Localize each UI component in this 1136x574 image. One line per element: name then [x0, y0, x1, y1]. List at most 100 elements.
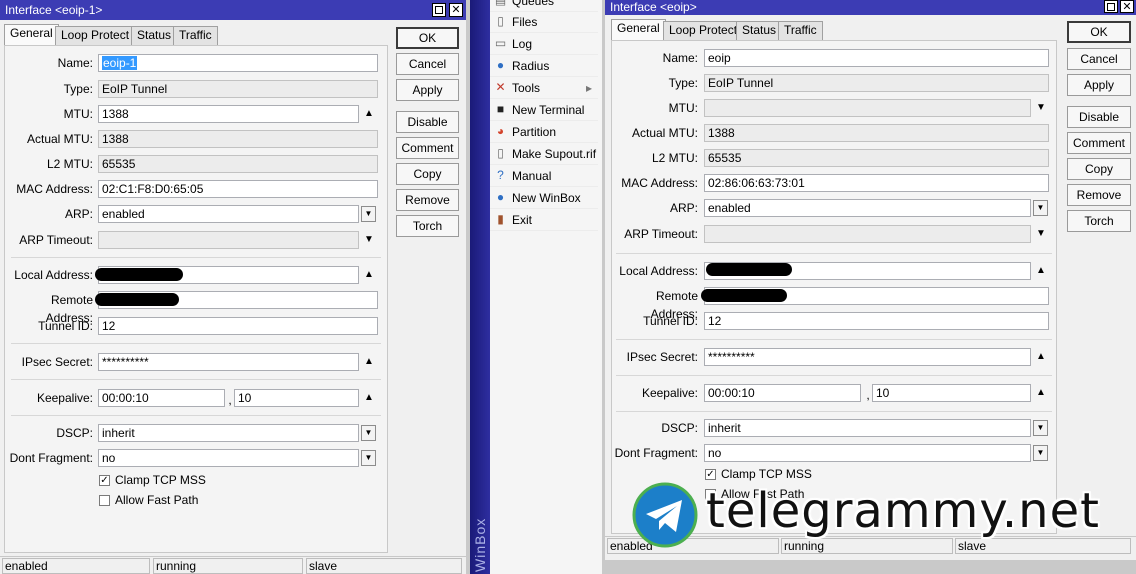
dont-fragment-select[interactable]: no — [704, 444, 1031, 462]
separator — [11, 379, 381, 380]
tunnel-id-label: Tunnel ID: — [38, 319, 93, 333]
menu-item-files[interactable]: ▯ Files — [490, 11, 598, 33]
dscp-dropdown-icon[interactable]: ▼ — [1033, 420, 1048, 436]
keepalive-retries-input[interactable]: 10 — [872, 384, 1031, 402]
arp-select[interactable]: enabled — [704, 199, 1031, 217]
tunnel-id-input[interactable]: 12 — [704, 312, 1049, 330]
menu-item-label: Make Supout.rif — [512, 147, 597, 161]
remove-button[interactable]: Remove — [1067, 184, 1131, 206]
ipsec-collapse-icon[interactable]: ▲ — [362, 353, 376, 371]
apply-button[interactable]: Apply — [1067, 74, 1131, 96]
keepalive-interval-input[interactable]: 00:00:10 — [98, 389, 225, 407]
name-input[interactable]: eoip-1 — [98, 54, 378, 72]
maximize-icon[interactable] — [1104, 0, 1118, 13]
arp-timeout-expand-icon[interactable]: ▼ — [362, 231, 376, 249]
log-icon: ▭ — [494, 36, 507, 50]
tab-status[interactable]: Status — [736, 21, 783, 40]
apply-button[interactable]: Apply — [396, 79, 459, 101]
ipsec-collapse-icon[interactable]: ▲ — [1034, 348, 1048, 366]
dont-fragment-dropdown-icon[interactable]: ▼ — [1033, 445, 1048, 461]
arp-dropdown-icon[interactable]: ▼ — [1033, 200, 1048, 216]
arp-dropdown-icon[interactable]: ▼ — [361, 206, 376, 222]
menu-item-new-winbox[interactable]: ● New WinBox — [490, 187, 598, 209]
clamp-tcp-mss-checkbox[interactable]: ✓ — [99, 475, 110, 486]
ipsec-label: IPsec Secret: — [21, 355, 93, 369]
torch-button[interactable]: Torch — [396, 215, 459, 237]
mac-input[interactable]: 02:C1:F8:D0:65:05 — [98, 180, 378, 198]
local-address-collapse-icon[interactable]: ▲ — [362, 266, 376, 284]
tab-traffic[interactable]: Traffic — [778, 21, 823, 40]
tab-loop-protect[interactable]: Loop Protect — [663, 21, 744, 40]
keepalive-retries-input[interactable]: 10 — [234, 389, 359, 407]
tab-general[interactable]: General — [611, 19, 666, 41]
right-general-panel: Name: eoip Type: EoIP Tunnel MTU: ▼ Actu… — [611, 40, 1057, 534]
menu-item-radius[interactable]: ● Radius — [490, 55, 598, 77]
dscp-dropdown-icon[interactable]: ▼ — [361, 425, 376, 441]
ipsec-input[interactable]: ********** — [98, 353, 359, 371]
disable-button[interactable]: Disable — [396, 111, 459, 133]
mtu-label: MTU: — [668, 101, 698, 115]
tab-general[interactable]: General — [4, 24, 59, 46]
mtu-input[interactable]: 1388 — [98, 105, 359, 123]
right-window-titlebar[interactable]: Interface <eoip> ✕ — [605, 0, 1136, 15]
menu-item-make-supout-rif[interactable]: ▯ Make Supout.rif — [490, 143, 598, 165]
mtu-collapse-icon[interactable]: ▲ — [362, 105, 376, 123]
allow-fast-path-checkbox[interactable] — [99, 495, 110, 506]
dont-fragment-select[interactable]: no — [98, 449, 359, 467]
tab-loop-protect[interactable]: Loop Protect — [55, 26, 136, 45]
dont-fragment-dropdown-icon[interactable]: ▼ — [361, 450, 376, 466]
separator — [11, 343, 381, 344]
maximize-icon[interactable] — [432, 3, 446, 17]
tab-traffic[interactable]: Traffic — [173, 26, 218, 45]
menu-item-manual[interactable]: ? Manual — [490, 165, 598, 187]
menu-item-tools[interactable]: ✕ Tools ▸ — [490, 77, 598, 99]
arp-timeout-input[interactable] — [98, 231, 359, 249]
mtu-input[interactable] — [704, 99, 1031, 117]
menu-item-log[interactable]: ▭ Log — [490, 33, 598, 55]
menu-item-new-terminal[interactable]: ■ New Terminal — [490, 99, 598, 121]
keepalive-collapse-icon[interactable]: ▲ — [362, 389, 376, 407]
copy-button[interactable]: Copy — [396, 163, 459, 185]
exit-icon: ▮ — [497, 212, 504, 226]
tunnel-id-input[interactable]: 12 — [98, 317, 378, 335]
arp-timeout-label: ARP Timeout: — [624, 227, 698, 241]
ipsec-input[interactable]: ********** — [704, 348, 1031, 366]
tab-status[interactable]: Status — [131, 26, 178, 45]
keepalive-interval-input[interactable]: 00:00:10 — [704, 384, 861, 402]
watermark: telegrammy.net — [632, 480, 1132, 550]
arp-timeout-input[interactable] — [704, 225, 1031, 243]
disable-button[interactable]: Disable — [1067, 106, 1131, 128]
menu-item-partition[interactable]: ◕ Partition — [490, 121, 598, 143]
dscp-select[interactable]: inherit — [98, 424, 359, 442]
status-running: running — [153, 558, 303, 574]
name-input[interactable]: eoip — [704, 49, 1049, 67]
copy-button[interactable]: Copy — [1067, 158, 1131, 180]
comment-button[interactable]: Comment — [1067, 132, 1131, 154]
left-window-titlebar[interactable]: Interface <eoip-1> ✕ — [0, 0, 466, 20]
winbox-main-menu: ▤ Queues ▯ Files ▭ Log ● Radius ✕ Tools ▸ ■ New Term… — [490, 0, 602, 574]
cancel-button[interactable]: Cancel — [396, 53, 459, 75]
menu-item-exit[interactable]: ▮ Exit — [490, 209, 598, 231]
arp-select[interactable]: enabled — [98, 205, 359, 223]
ok-button[interactable]: OK — [396, 27, 459, 49]
mtu-expand-icon[interactable]: ▼ — [1034, 99, 1048, 117]
left-tabs: General Loop Protect Status Traffic — [4, 24, 394, 46]
l2mtu-label: L2 MTU: — [46, 157, 93, 171]
keepalive-label: Keepalive: — [641, 386, 698, 400]
l2mtu-field: 65535 — [98, 155, 378, 173]
keepalive-collapse-icon[interactable]: ▲ — [1034, 384, 1048, 402]
arp-timeout-expand-icon[interactable]: ▼ — [1034, 225, 1048, 243]
clamp-tcp-mss-label: Clamp TCP MSS — [115, 473, 206, 487]
local-address-collapse-icon[interactable]: ▲ — [1034, 262, 1048, 280]
ok-button[interactable]: OK — [1067, 21, 1131, 43]
queues-icon: ▤ — [494, 0, 507, 7]
clamp-tcp-mss-checkbox[interactable]: ✓ — [705, 469, 716, 480]
comment-button[interactable]: Comment — [396, 137, 459, 159]
mac-input[interactable]: 02:86:06:63:73:01 — [704, 174, 1049, 192]
remove-button[interactable]: Remove — [396, 189, 459, 211]
torch-button[interactable]: Torch — [1067, 210, 1131, 232]
close-icon[interactable]: ✕ — [1120, 0, 1134, 13]
close-icon[interactable]: ✕ — [449, 3, 463, 17]
dscp-select[interactable]: inherit — [704, 419, 1031, 437]
cancel-button[interactable]: Cancel — [1067, 48, 1131, 70]
